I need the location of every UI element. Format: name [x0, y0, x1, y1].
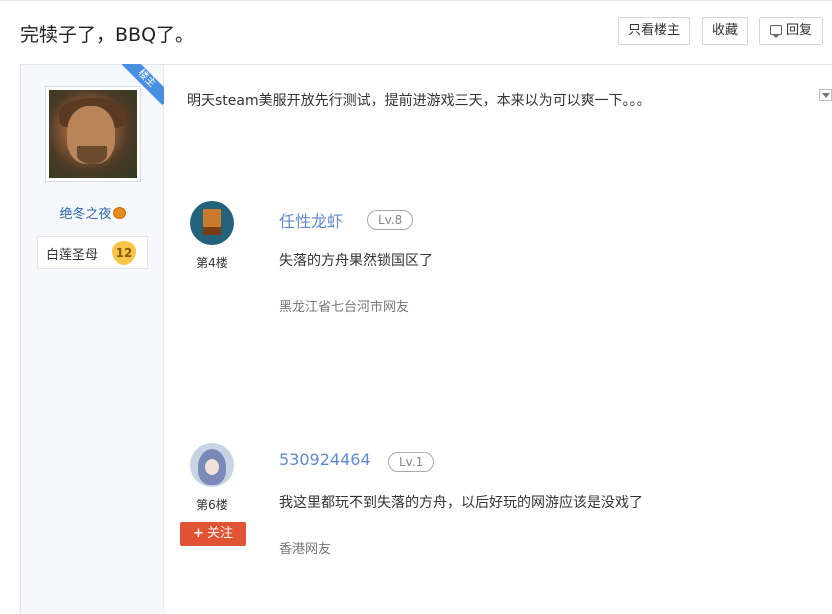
author-name-text[interactable]: 绝冬之夜 [59, 207, 111, 222]
post-menu-dropdown[interactable] [819, 89, 832, 101]
thread-header: 完犊子了，BBQ了。 只看楼主 收藏 回复 [0, 0, 832, 64]
reply-floor: 第6楼 [196, 498, 228, 512]
reply-avatar[interactable] [190, 443, 234, 487]
author-name[interactable]: 绝冬之夜 [21, 203, 164, 222]
reply-button-label: 回复 [785, 23, 812, 38]
badge-title: 白莲圣母 [46, 248, 99, 263]
plus-icon: + [193, 526, 204, 541]
follow-label: 关注 [206, 526, 233, 541]
reply-item: 第4楼 任性龙虾 Lv.8 失落的方舟果然锁国区了 黑龙江省七台河市网友 [190, 201, 790, 341]
reply-text: 失落的方舟果然锁国区了 [279, 253, 433, 269]
author-avatar[interactable] [45, 86, 141, 182]
reply-floor: 第4楼 [196, 256, 228, 270]
only-op-button[interactable]: 只看楼主 [618, 17, 690, 45]
author-column: 楼主 绝冬之夜 白莲圣母 12 [21, 64, 164, 614]
reply-username[interactable]: 任性龙虾 [279, 208, 343, 232]
collect-button[interactable]: 收藏 [702, 17, 748, 45]
reply-level-badge: Lv.8 [367, 210, 414, 230]
author-badge[interactable]: 白莲圣母 12 [37, 236, 148, 269]
badge-level-icon: 12 [112, 241, 136, 265]
pumpkin-icon [112, 207, 126, 219]
reply-item: 第6楼 + 关注 530924464 Lv.1 我这里都玩不到失落的方舟，以后好玩… [180, 443, 790, 583]
reply-location: 黑龙江省七台河市网友 [279, 300, 410, 315]
follow-button[interactable]: + 关注 [180, 522, 246, 546]
reply-location: 香港网友 [279, 542, 332, 557]
post-content: 明天steam美服开放先行测试，提前进游戏三天，本来以为可以爽一下。。。 [187, 93, 651, 109]
reply-icon [769, 25, 782, 38]
reply-username[interactable]: 530924464 [279, 450, 371, 469]
portrait-avatar [49, 90, 137, 178]
thread-title: 完犊子了，BBQ了。 [20, 24, 195, 46]
reply-text: 我这里都玩不到失落的方舟，以后好玩的网游应该是没戏了 [279, 495, 643, 511]
reply-button[interactable]: 回复 [759, 17, 823, 45]
reply-level-badge: Lv.1 [388, 452, 435, 472]
reply-avatar[interactable] [190, 201, 234, 245]
